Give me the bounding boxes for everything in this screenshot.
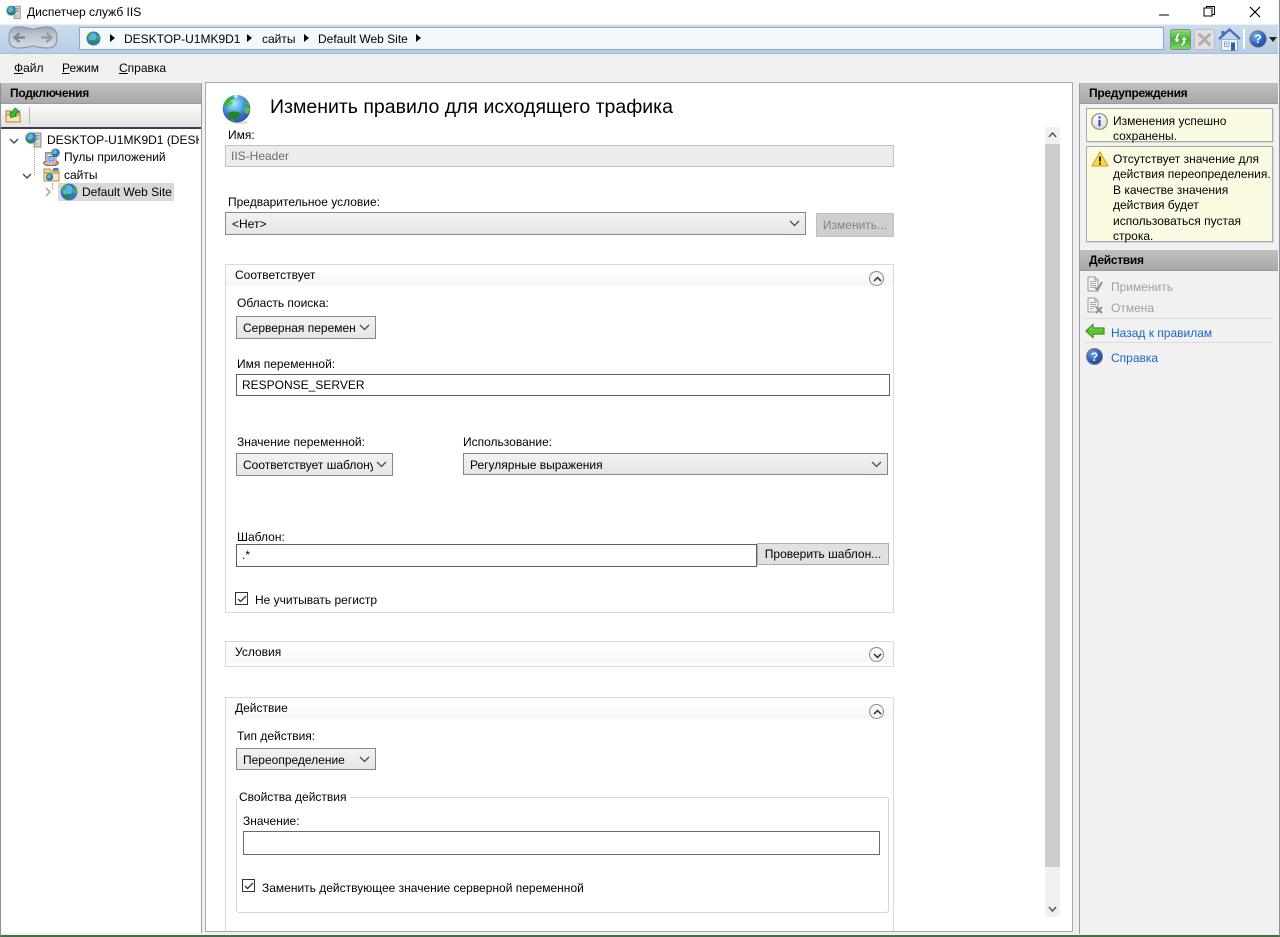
svg-text:?: ? [1254,32,1261,46]
svg-text:?: ? [1091,352,1098,364]
